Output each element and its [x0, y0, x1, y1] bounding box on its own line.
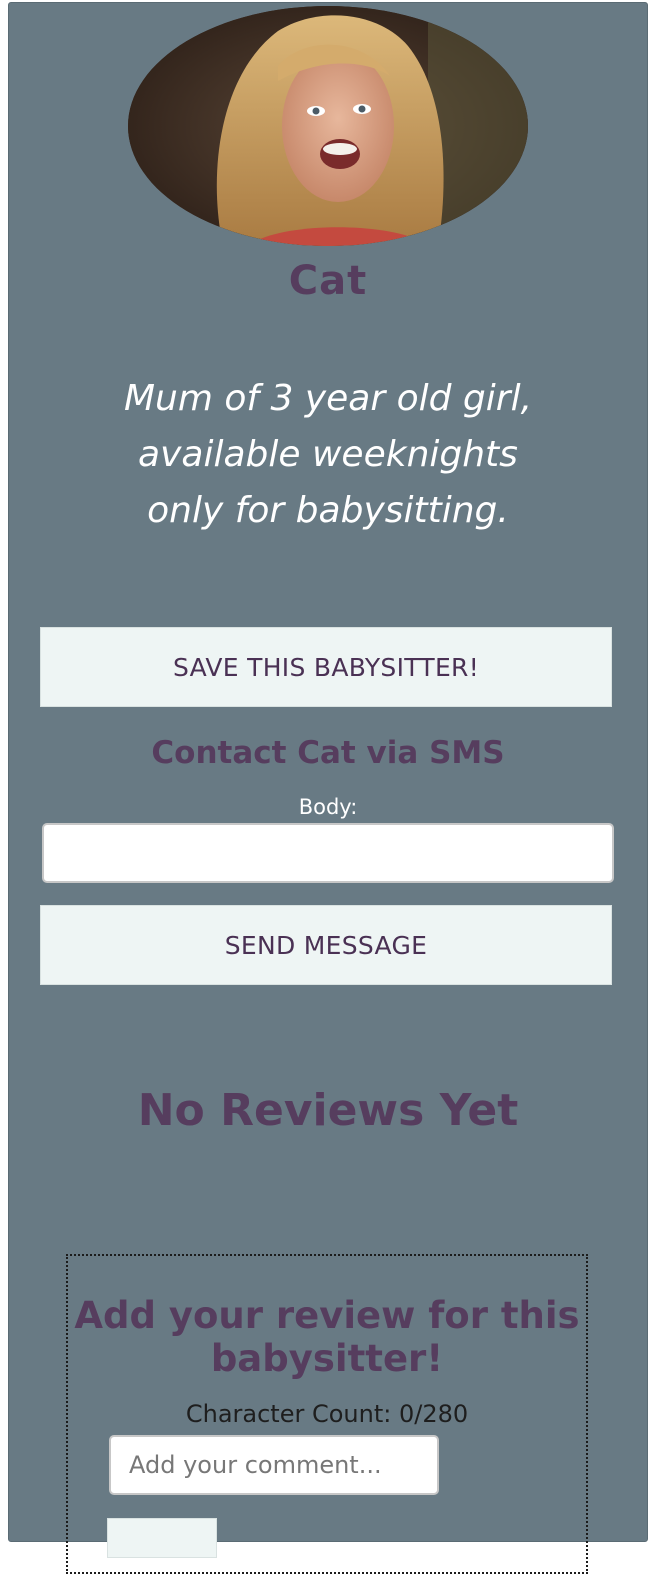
- sms-body-input[interactable]: [42, 823, 614, 883]
- babysitter-bio: Mum of 3 year old girl, available weekni…: [123, 378, 533, 531]
- add-review-heading: Add your review for this babysitter!: [74, 1294, 580, 1380]
- sms-body-label: Body:: [298, 795, 358, 819]
- profile-photo-image: [128, 6, 528, 246]
- submit-review-button[interactable]: [107, 1518, 217, 1558]
- character-count: Character Count: 0/280: [185, 1400, 469, 1428]
- babysitter-profile-card: Cat Mum of 3 year old girl, available we…: [8, 2, 648, 1574]
- babysitter-name: Cat: [288, 258, 368, 304]
- send-message-button[interactable]: SEND MESSAGE: [40, 905, 612, 985]
- no-reviews-text: No Reviews Yet: [137, 1085, 519, 1136]
- contact-sms-heading: Contact Cat via SMS: [151, 735, 505, 771]
- add-review-form: Add your review for this babysitter! Cha…: [66, 1254, 588, 1574]
- save-babysitter-button[interactable]: SAVE THIS BABYSITTER!: [40, 627, 612, 707]
- comment-input[interactable]: [109, 1435, 439, 1495]
- profile-photo: [128, 6, 528, 246]
